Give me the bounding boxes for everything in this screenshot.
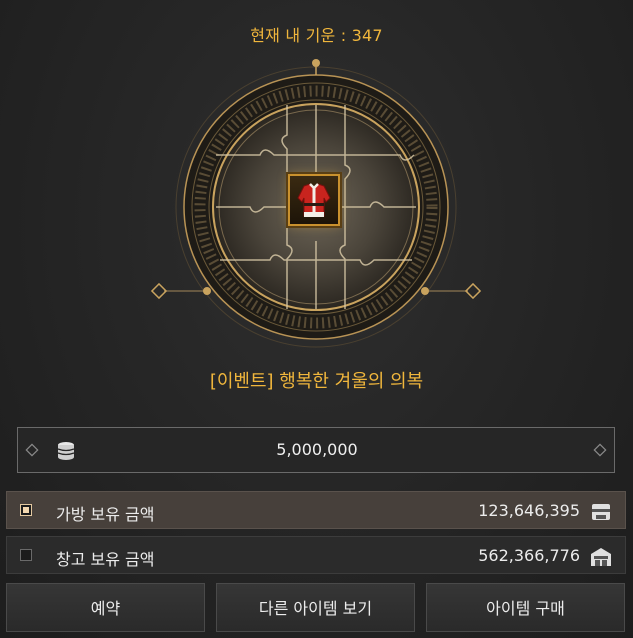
bag-icon — [592, 504, 610, 520]
fund-label: 창고 보유 금액 — [56, 550, 155, 569]
view-other-items-button[interactable]: 다른 아이템 보기 — [216, 583, 415, 632]
warehouse-icon — [591, 548, 611, 566]
buy-item-button[interactable]: 아이템 구매 — [426, 583, 625, 632]
fund-amount: 123,646,395 — [478, 501, 580, 520]
price-value: 5,000,000 — [276, 440, 358, 459]
fortune-counter: 현재 내 기운 : 347 — [250, 26, 383, 45]
fund-row-warehouse[interactable]: 창고 보유 금액 562,366,776 — [6, 536, 626, 574]
fund-row-bag[interactable]: 가방 보유 금액 123,646,395 — [6, 491, 626, 529]
red-winter-outfit-icon — [297, 183, 331, 217]
fund-label: 가방 보유 금액 — [56, 505, 155, 524]
item-name: [이벤트] 행복한 겨울의 의복 — [209, 371, 424, 392]
bag-fund-checkbox[interactable] — [20, 504, 32, 516]
reserve-button[interactable]: 예약 — [6, 583, 205, 632]
fund-amount: 562,366,776 — [478, 546, 580, 565]
item-slot[interactable] — [288, 174, 340, 226]
item-purchase-panel: 현재 내 기운 : 347 [이벤트] 행복한 겨울의 의복 5,000,000… — [0, 0, 633, 638]
price-bar: 5,000,000 — [17, 427, 615, 473]
warehouse-fund-checkbox[interactable] — [20, 549, 32, 561]
diamond-ornament-icon — [593, 443, 607, 457]
